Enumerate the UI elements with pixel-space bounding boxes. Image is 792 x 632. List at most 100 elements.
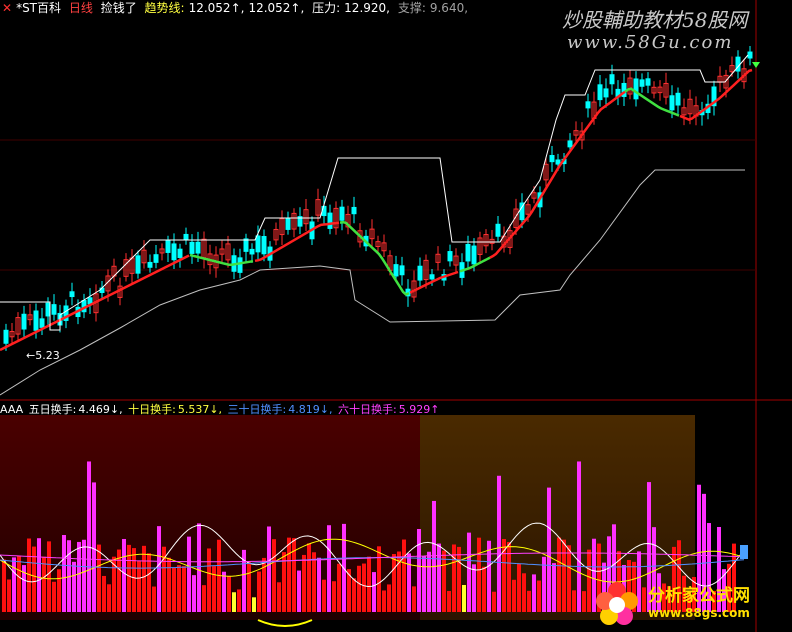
turnover-bar (567, 545, 571, 612)
turnover-bar (267, 526, 271, 612)
chart-canvas[interactable] (0, 0, 792, 632)
trend-label: 趋势线: (144, 1, 185, 15)
indicator-name: 捡钱了 (100, 1, 137, 15)
turnover-bar (147, 553, 151, 612)
logo-title: 分析家公式网 (648, 586, 750, 606)
ma30-value: 4.819↓, (288, 403, 333, 416)
turnover-bar (552, 563, 556, 612)
price-marker: ←5.23 (26, 349, 60, 362)
turnover-bar (422, 555, 426, 612)
turnover-bar (77, 541, 81, 612)
turnover-bar (57, 569, 61, 612)
turnover-bar (167, 557, 171, 612)
turnover-bar (247, 562, 251, 612)
turnover-bar (37, 538, 41, 612)
turnover-bar (322, 579, 326, 612)
turnover-bar (572, 590, 576, 612)
candle-body (567, 140, 573, 148)
turnover-bar (362, 563, 366, 612)
site-logo[interactable]: 分析家公式网 www.88gs.com (586, 575, 792, 632)
candle-body (633, 78, 639, 100)
turnover-bar (72, 561, 76, 612)
turnover-bar (82, 539, 86, 612)
turnover-bar (387, 584, 391, 612)
turnover-bar (517, 563, 521, 612)
turnover-bar (562, 539, 566, 612)
candle-body (327, 212, 333, 229)
turnover-bar (367, 556, 371, 612)
turnover-bar (527, 590, 531, 612)
period-label[interactable]: 日线 (69, 1, 93, 15)
turnover-bar (202, 585, 206, 612)
candle-body (45, 302, 51, 317)
candle-body (147, 261, 153, 268)
turnover-bar (402, 539, 406, 612)
stock-name[interactable]: *ST百科 (16, 1, 61, 15)
turnover-bar (207, 548, 211, 612)
candle-body (675, 92, 681, 106)
ma10-value: 5.537↓, (177, 403, 223, 416)
turnover-bar (317, 557, 321, 612)
turnover-bar (482, 566, 486, 612)
turnover-bar (122, 538, 126, 612)
turnover-bar (357, 565, 361, 612)
candle-body (189, 241, 195, 254)
candle-body (51, 304, 57, 315)
candle-body (195, 241, 201, 254)
candle-body (255, 235, 261, 253)
sub-indicator-name[interactable]: AAA (0, 403, 23, 416)
candle-body (747, 51, 753, 59)
turnover-bar (352, 578, 356, 612)
turnover-bar (457, 546, 461, 612)
turnover-bar (407, 553, 411, 612)
turnover-bar (192, 575, 196, 612)
turnover-bar (377, 546, 381, 612)
turnover-bar (252, 597, 256, 612)
turnover-bar (152, 586, 156, 612)
turnover-bar (332, 581, 336, 612)
pressure-label: 压力: (312, 1, 341, 15)
candle-body (21, 313, 27, 330)
candle-body (393, 264, 399, 277)
turnover-bar (62, 535, 66, 612)
arc-mark (257, 619, 313, 627)
candle-body (177, 248, 183, 258)
turnover-bar (7, 579, 11, 612)
turnover-bar (327, 525, 331, 612)
candle-body (639, 79, 645, 87)
turnover-bar (52, 581, 56, 612)
turnover-bar (477, 537, 481, 612)
candle-body (33, 310, 39, 331)
turnover-bar (382, 590, 386, 612)
candle-body (603, 88, 609, 98)
candle-body (39, 318, 45, 328)
turnover-bar (102, 575, 106, 612)
turnover-bar (557, 537, 561, 612)
turnover-bar (492, 591, 496, 612)
ma10-label: 十日换手: (128, 403, 176, 416)
candle-body (183, 233, 189, 241)
candle-body (351, 206, 357, 215)
candlesticks (3, 45, 753, 351)
ma60-label: 六十日换手: (338, 403, 397, 416)
turnover-bar (472, 564, 476, 612)
turnover-bar (417, 529, 421, 612)
turnover-bar (272, 539, 276, 612)
candle-body (171, 243, 177, 261)
ma5-value: 4.469↓, (78, 403, 123, 416)
close-mark[interactable]: ✕ (2, 1, 12, 15)
turnover-bar (227, 576, 231, 612)
turnover-bar (577, 461, 581, 612)
turnover-bar (287, 537, 291, 612)
turnover-bar (522, 573, 526, 612)
candle-body (585, 101, 591, 109)
turnover-bar (412, 586, 416, 612)
trend-line-segment (254, 221, 340, 263)
turnover-bar (182, 566, 186, 612)
ma30-label: 三十日换手: (227, 403, 287, 416)
watermark-title: 炒股輔助教材58股网 (562, 8, 748, 32)
flower-logo-icon (596, 582, 638, 625)
candle-body (417, 265, 423, 281)
candle-body (243, 238, 249, 252)
turnover-bar (532, 574, 536, 612)
